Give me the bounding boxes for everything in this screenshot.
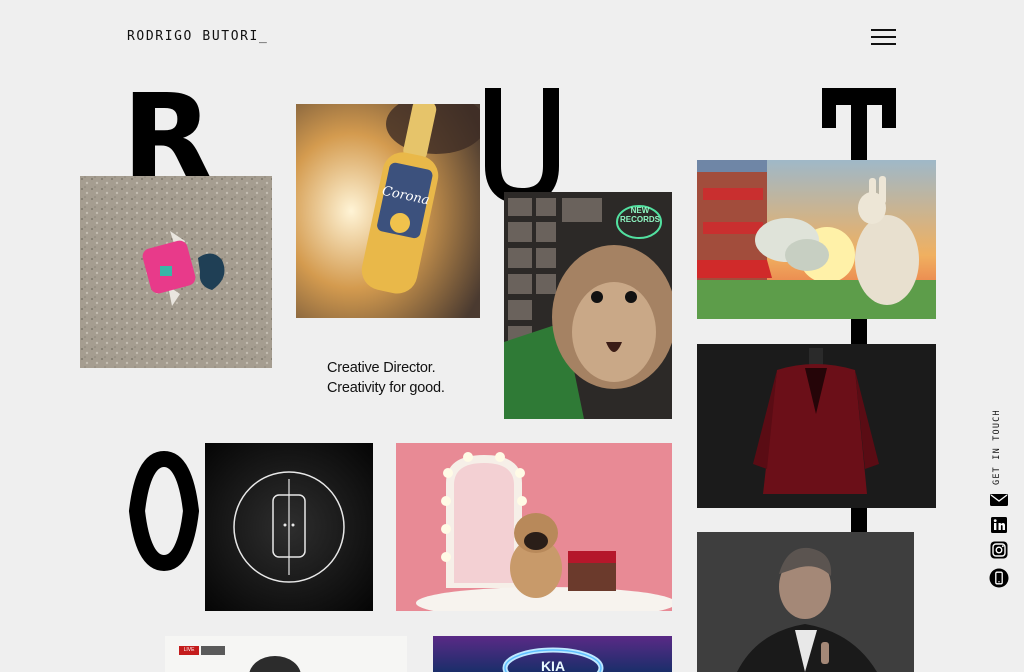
tagline-line2: Creativity for good. (327, 380, 445, 396)
sign-line1: NEW (630, 206, 650, 215)
tile-kia-neon[interactable]: KIA (433, 636, 672, 672)
linkedin-icon[interactable] (989, 515, 1009, 535)
tile-circle-logo[interactable] (205, 443, 373, 611)
tile-live-stream[interactable]: LIVE (165, 636, 407, 672)
get-in-touch-sidebar: GET IN TOUCH (984, 408, 1014, 593)
tile-motel-bunny[interactable] (697, 160, 936, 319)
hamburger-menu-icon[interactable] (871, 26, 897, 48)
hamster-sign-text: NEW RECORDS (618, 206, 662, 224)
tile-hamster[interactable]: NEW RECORDS (504, 192, 672, 419)
tile-pug-vanity[interactable] (396, 443, 672, 611)
tile-man-portrait[interactable] (697, 532, 914, 672)
tagline-line1: Creative Director. (327, 360, 436, 376)
instagram-icon[interactable] (989, 540, 1009, 560)
sign-line2: RECORDS (619, 215, 660, 224)
live-badge: LIVE (183, 647, 195, 653)
tile-velvet-jacket[interactable] (697, 344, 936, 508)
site-logo[interactable]: RODRIGO BUTORI_ (127, 29, 268, 44)
tile-corona-bottle[interactable]: Corona (296, 104, 480, 318)
mail-icon[interactable] (989, 490, 1009, 510)
phone-icon[interactable] (989, 568, 1009, 588)
kia-text: KIA (540, 658, 566, 672)
tagline: Creative Director. Creativity for good. (327, 358, 445, 398)
tile-pink-toy[interactable] (80, 176, 272, 368)
hero-letter-o (125, 450, 203, 577)
get-in-touch-label[interactable]: GET IN TOUCH (992, 408, 1006, 486)
